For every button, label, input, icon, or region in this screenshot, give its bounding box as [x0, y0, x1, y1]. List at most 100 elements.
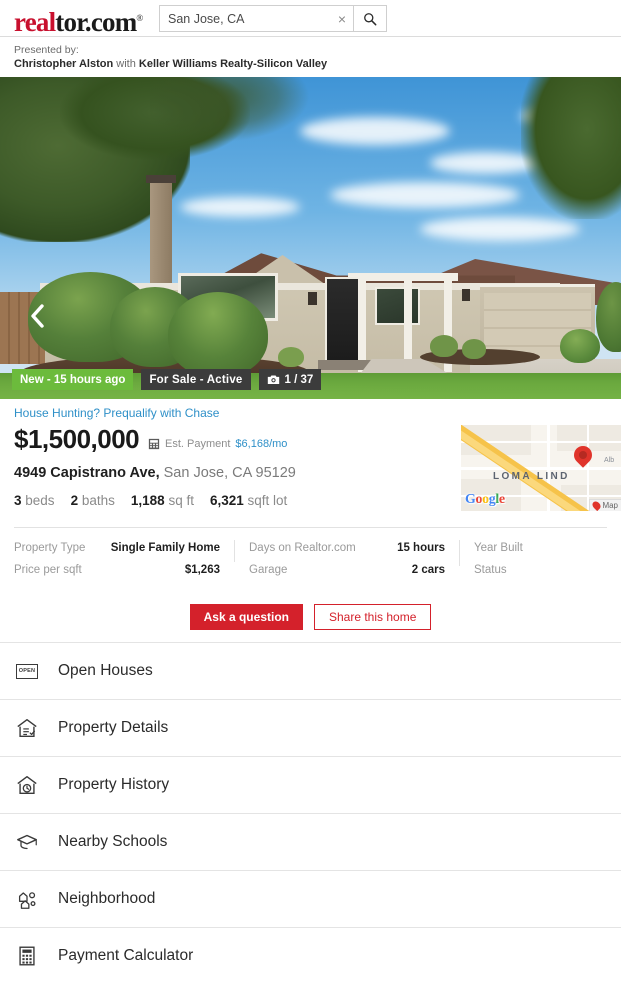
house-clock-icon	[17, 776, 37, 794]
nav-label: Property History	[58, 776, 170, 793]
calculator-icon	[148, 438, 160, 450]
map-attribution-text: Map	[602, 501, 618, 510]
map-marker-icon	[591, 499, 603, 511]
with-text: with	[113, 58, 139, 70]
presented-by-label: Presented by:	[14, 44, 79, 56]
chevron-left-icon	[31, 304, 44, 328]
shrub	[560, 329, 600, 363]
map-thumbnail[interactable]: LOMA LIND Alb Google Map	[461, 425, 621, 511]
chimney	[150, 180, 172, 295]
cloud	[300, 117, 450, 145]
shrub	[168, 292, 268, 377]
map-block	[557, 425, 621, 451]
photo-counter-badge[interactable]: 1 / 37	[258, 369, 322, 390]
details-column-2: Days on Realtor.com 15 hours Garage 2 ca…	[234, 540, 459, 576]
porch-lamp	[462, 289, 470, 301]
search-input[interactable]	[160, 6, 331, 31]
new-listing-badge: New - 15 hours ago	[12, 369, 134, 390]
detail-row: Status	[474, 562, 609, 579]
nav-item-open-houses[interactable]: OPEN Open Houses	[0, 642, 621, 699]
map-secondary-label: Alb	[604, 457, 615, 464]
details-column-1: Property Type Single Family Home Price p…	[14, 540, 234, 576]
tree-branch	[150, 77, 310, 142]
detail-row: Price per sqft $1,263	[14, 562, 220, 579]
detail-row: Year Built	[474, 540, 609, 557]
listing-page: realtor.com® × Presented by: Christopher…	[0, 0, 621, 981]
registered-trademark-icon: ®	[136, 13, 143, 23]
detail-value: 2 cars	[411, 564, 445, 576]
est-payment-label: Est. Payment	[165, 438, 231, 450]
nav-item-property-history[interactable]: Property History	[0, 756, 621, 813]
cloud	[420, 217, 580, 241]
open-badge-text: OPEN	[16, 663, 38, 679]
graduation-cap-icon	[17, 834, 37, 850]
section-nav-list: OPEN Open Houses Property Details Proper…	[0, 642, 621, 981]
shrub	[430, 335, 458, 357]
property-details-table: Property Type Single Family Home Price p…	[14, 540, 609, 576]
details-column-3: Year Built Status	[459, 540, 609, 576]
neighborhood-houses-icon	[18, 892, 36, 909]
search-submit-button[interactable]	[353, 6, 386, 31]
porch-post	[358, 277, 366, 372]
detail-key: Garage	[249, 564, 288, 576]
stat-lot: 6,321 sqft lot	[209, 493, 288, 508]
photo-badges: New - 15 hours ago For Sale - Active 1 /…	[12, 369, 322, 390]
status-badge: For Sale - Active	[141, 369, 251, 390]
nav-item-neighborhood[interactable]: Neighborhood	[0, 870, 621, 927]
detail-value: Single Family Home	[110, 542, 220, 554]
detail-key: Price per sqft	[14, 564, 82, 576]
details-divider	[14, 527, 607, 528]
realtor-logo[interactable]: realtor.com®	[14, 3, 143, 37]
detail-key: Status	[474, 564, 507, 576]
chimney-cap	[146, 175, 176, 183]
property-photo[interactable]: New - 15 hours ago For Sale - Active 1 /…	[0, 77, 621, 399]
side-window	[375, 287, 420, 325]
nav-item-nearby-schools[interactable]: Nearby Schools	[0, 813, 621, 870]
detail-key: Year Built	[474, 542, 523, 554]
address-street: 4949 Capistrano Ave,	[14, 465, 160, 481]
address-city-state-zip: San Jose, CA 95129	[159, 465, 296, 481]
property-stats: 3 beds 2 baths 1,188 sq ft 6,321 sqft lo…	[14, 492, 287, 510]
map-place-label: LOMA LIND	[493, 471, 570, 482]
est-payment-value[interactable]: $6,168/mo	[235, 437, 287, 451]
open-house-sign-icon: OPEN	[14, 658, 40, 684]
chase-prequalify-link[interactable]: House Hunting? Prequalify with Chase	[14, 406, 219, 421]
share-this-home-button[interactable]: Share this home	[313, 604, 432, 630]
ask-a-question-button[interactable]: Ask a question	[189, 604, 303, 630]
detail-row: Garage 2 cars	[249, 562, 445, 579]
clear-search-icon[interactable]: ×	[331, 6, 353, 31]
stat-sqft: 1,188 sq ft	[130, 493, 194, 508]
nav-item-payment-calculator[interactable]: Payment Calculator	[0, 927, 621, 981]
detail-row: Property Type Single Family Home	[14, 540, 220, 557]
shrub	[462, 339, 486, 359]
front-door	[325, 277, 360, 362]
search-icon	[364, 12, 377, 25]
previous-photo-button[interactable]	[24, 302, 52, 330]
nav-label: Open Houses	[58, 662, 153, 679]
search-bar: ×	[159, 5, 387, 32]
camera-icon	[267, 375, 279, 384]
logo-text-red: real	[14, 7, 56, 37]
map-road	[461, 467, 621, 470]
agent-name: Christopher Alston	[14, 58, 114, 70]
nav-label: Property Details	[58, 719, 169, 736]
calculator-icon	[19, 946, 35, 966]
detail-value: 15 hours	[397, 542, 445, 554]
nav-label: Nearby Schools	[58, 833, 168, 850]
nav-item-property-details[interactable]: Property Details	[0, 699, 621, 756]
tree	[521, 77, 621, 219]
cloud	[180, 197, 300, 217]
action-buttons: Ask a question Share this home	[0, 604, 621, 630]
logo-text-black: tor.com	[55, 7, 137, 37]
stat-beds: 3 beds	[14, 493, 55, 508]
shrub	[278, 347, 304, 367]
detail-key: Property Type	[14, 542, 86, 554]
cloud	[330, 182, 520, 208]
porch-post	[404, 277, 412, 372]
presented-by-agent-line: Christopher Alston with Keller Williams …	[14, 57, 621, 72]
google-watermark: Google	[465, 492, 505, 507]
nav-label: Neighborhood	[58, 890, 156, 907]
site-header: realtor.com® ×	[0, 0, 621, 37]
photo-counter-text: 1 / 37	[284, 373, 314, 386]
brokerage-name: Keller Williams Realty-Silicon Valley	[138, 58, 328, 70]
